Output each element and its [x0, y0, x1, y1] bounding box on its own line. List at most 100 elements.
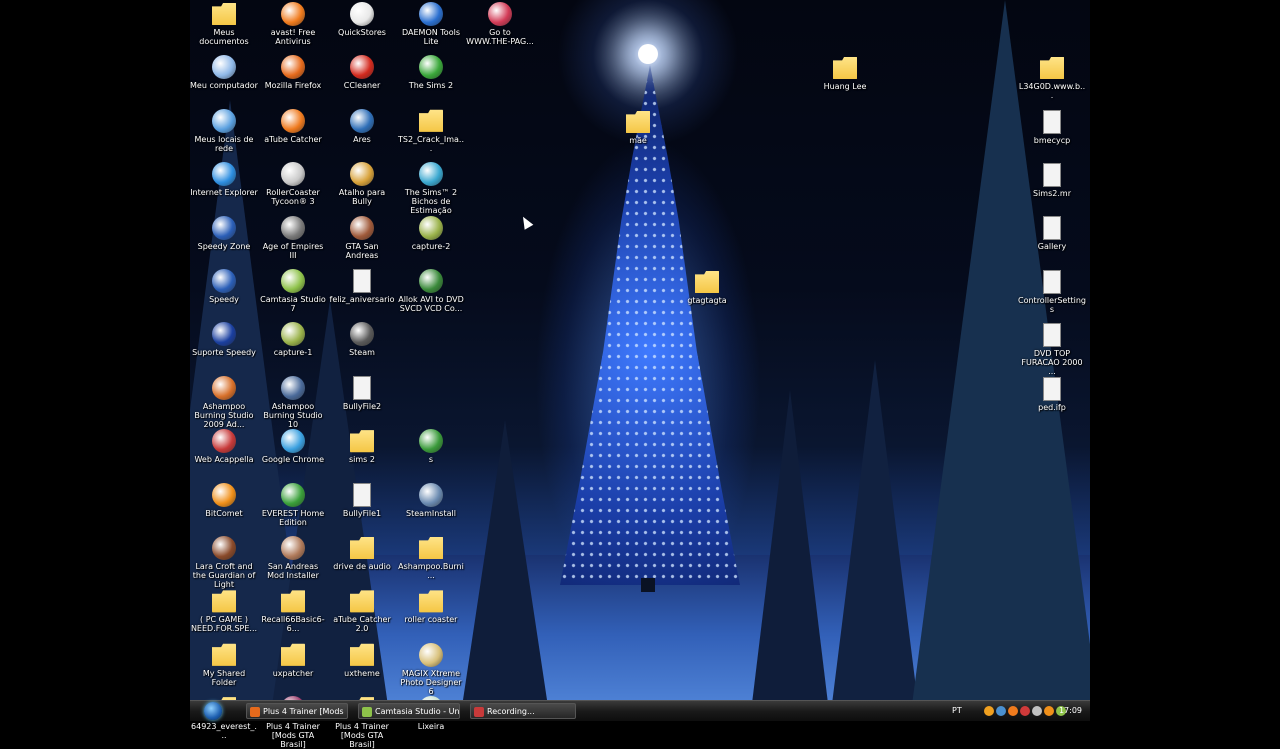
desktop-icon-label: Mozilla Firefox	[264, 81, 322, 91]
desktop-icon-label: ( PC GAME ) NEED.FOR.SPE...	[190, 615, 258, 634]
tree-trunk	[641, 578, 655, 592]
atube-icon	[281, 108, 305, 133]
desktop-icon-label: ped.ifp	[1038, 403, 1066, 412]
desktop-icon-label: Recall66Basic6-6...	[261, 615, 325, 634]
desktop-icon-label: BitComet	[205, 508, 243, 518]
tray-network-icon[interactable]	[996, 706, 1006, 716]
desktop-icon-label: aTube Catcher 2.0	[333, 615, 391, 634]
ares-icon	[350, 108, 374, 133]
tray-speaker-icon[interactable]	[1032, 706, 1042, 716]
taskbar-item-label: Recording...	[487, 707, 535, 716]
installer-icon	[419, 482, 443, 507]
start-button[interactable]	[204, 702, 222, 720]
bully-icon	[350, 162, 374, 187]
desktop-icon-label: Web Acappella	[194, 455, 254, 465]
shortcut-icon	[488, 2, 512, 26]
ashampoo-icon	[281, 375, 305, 400]
firefox-icon	[250, 707, 260, 717]
desktop-icon-label: BullyFile2	[342, 401, 382, 411]
web-acappella-icon	[212, 429, 236, 454]
desktop-icon-label: Plus 4 Trainer [Mods GTA Brasil]	[266, 722, 320, 749]
desktop-icon-label: Allok AVI to DVD SVCD VCD Co...	[398, 295, 464, 313]
desktop-icon-label: Lixeira	[417, 722, 445, 732]
desktop-icon-label: The Sims™ 2 Bichos de Estimação	[404, 188, 458, 216]
system-tray: PT 17:09	[940, 701, 1090, 721]
desktop-icon-label: drive de audio	[333, 562, 391, 571]
desktop-icon-label: Plus 4 Trainer [Mods GTA Brasil]	[335, 722, 389, 749]
desktop-icon-label: roller coaster	[404, 615, 458, 625]
document-icon	[1043, 110, 1061, 134]
desktop-icon-label: San Andreas Mod Installer	[267, 562, 319, 580]
ashampoo-icon	[212, 375, 236, 400]
document-icon	[353, 482, 371, 507]
tray-shield-icon[interactable]	[1020, 706, 1030, 716]
network-icon	[212, 108, 236, 133]
magix-icon	[419, 642, 443, 667]
desktop-icon-label: Camtasia Studio 7	[260, 295, 326, 313]
desktop-icon-label: TS2_Crack_Ima...	[397, 134, 464, 153]
camtasia-icon	[362, 707, 372, 717]
capture-icon	[419, 215, 443, 240]
ie-icon	[212, 162, 236, 187]
desktop-icon-label: uxpatcher	[272, 668, 314, 678]
desktop-icon-label: Ashampoo.Burni...	[398, 562, 464, 580]
desktop-icon-label: sims 2	[349, 455, 375, 465]
language-indicator[interactable]: PT	[952, 701, 962, 721]
desktop-icon-label: Suporte Speedy	[192, 348, 256, 358]
desktop-icon-label: ControllerSettings	[1018, 296, 1086, 314]
tray-orange-icon[interactable]	[984, 706, 994, 716]
camtasia-icon	[281, 269, 305, 293]
desktop-icon-label: Steam	[349, 348, 375, 358]
desktop-icon-label: Go to WWW.THE-PAG...	[466, 28, 534, 46]
taskbar-item-recording[interactable]: Recording...	[470, 703, 576, 719]
desktop-icon-label: Meus locais de rede	[194, 134, 254, 153]
desktop-icon-label: SteamInstall	[406, 508, 456, 518]
desktop-icon-label: avast! Free Antivirus	[270, 28, 316, 46]
desktop-icon-label: My Shared Folder	[202, 668, 246, 687]
desktop-icon-label: Ashampoo Burning Studio 10	[263, 401, 323, 429]
desktop-icon-label: s	[428, 455, 434, 465]
document-icon	[1043, 270, 1061, 294]
taskbar: Plus 4 Trainer [Mods ... Camtasia Studio…	[190, 700, 1090, 721]
desktop-icon-label: Sims2.mr	[1033, 189, 1071, 198]
desktop-icon-label: Ares	[353, 134, 371, 144]
desktop-icon-label: capture-2	[411, 241, 451, 251]
desktop-icon-label: L34G0D.www.b...	[1018, 82, 1086, 100]
chrome-icon	[281, 429, 305, 454]
desktop-icon-label: DVD TOP FURACAO 2000 ...	[1021, 349, 1083, 376]
taskbar-item-plus4-trainer[interactable]: Plus 4 Trainer [Mods ...	[246, 703, 348, 719]
desktop-icon-label: bmecycp	[1033, 136, 1071, 145]
desktop-icon-label: The Sims 2	[408, 81, 454, 91]
desktop-icon-label: mãe	[629, 136, 647, 145]
desktop-icon-label: aTube Catcher	[264, 134, 322, 144]
bitcomet-icon	[212, 482, 236, 507]
everest-icon	[281, 482, 305, 507]
taskbar-item-camtasia[interactable]: Camtasia Studio - Un...	[358, 703, 460, 719]
desktop-icon-label: Meu computador	[190, 81, 258, 91]
document-icon	[1043, 377, 1061, 401]
clock[interactable]: 17:09	[1059, 701, 1082, 721]
tray-avast-icon[interactable]	[1008, 706, 1018, 716]
desktop-icon-label: Ashampoo Burning Studio 2009 Ad...	[194, 401, 254, 429]
document-icon	[353, 375, 371, 400]
daemon-tools-icon	[419, 2, 443, 26]
bg-pine-right	[830, 360, 920, 720]
desktop-icon-label: Gallery	[1037, 242, 1067, 251]
desktop[interactable]	[190, 0, 1090, 720]
desktop-icon-label: Meus documentos	[199, 28, 249, 46]
desktop-icon-label: RollerCoaster Tycoon® 3	[266, 188, 320, 207]
bg-pine-mid-2	[750, 390, 830, 720]
document-icon	[1043, 323, 1061, 347]
recording-icon	[474, 707, 484, 717]
desktop-icon-label: Google Chrome	[261, 455, 325, 465]
bg-pine-mid	[460, 420, 550, 720]
speedy-zone-icon	[212, 215, 236, 240]
tray-bitcomet-icon[interactable]	[1044, 706, 1054, 716]
taskbar-item-label: Plus 4 Trainer [Mods ...	[263, 707, 348, 716]
taskbar-item-label: Camtasia Studio - Un...	[375, 707, 460, 716]
desktop-icon-label: EVEREST Home Edition	[261, 508, 325, 527]
lara-croft-icon	[212, 536, 236, 560]
desktop-icon-label: QuickStores	[338, 28, 386, 37]
desktop-icon-label: Internet Explorer	[190, 188, 258, 198]
document-icon	[353, 269, 371, 293]
